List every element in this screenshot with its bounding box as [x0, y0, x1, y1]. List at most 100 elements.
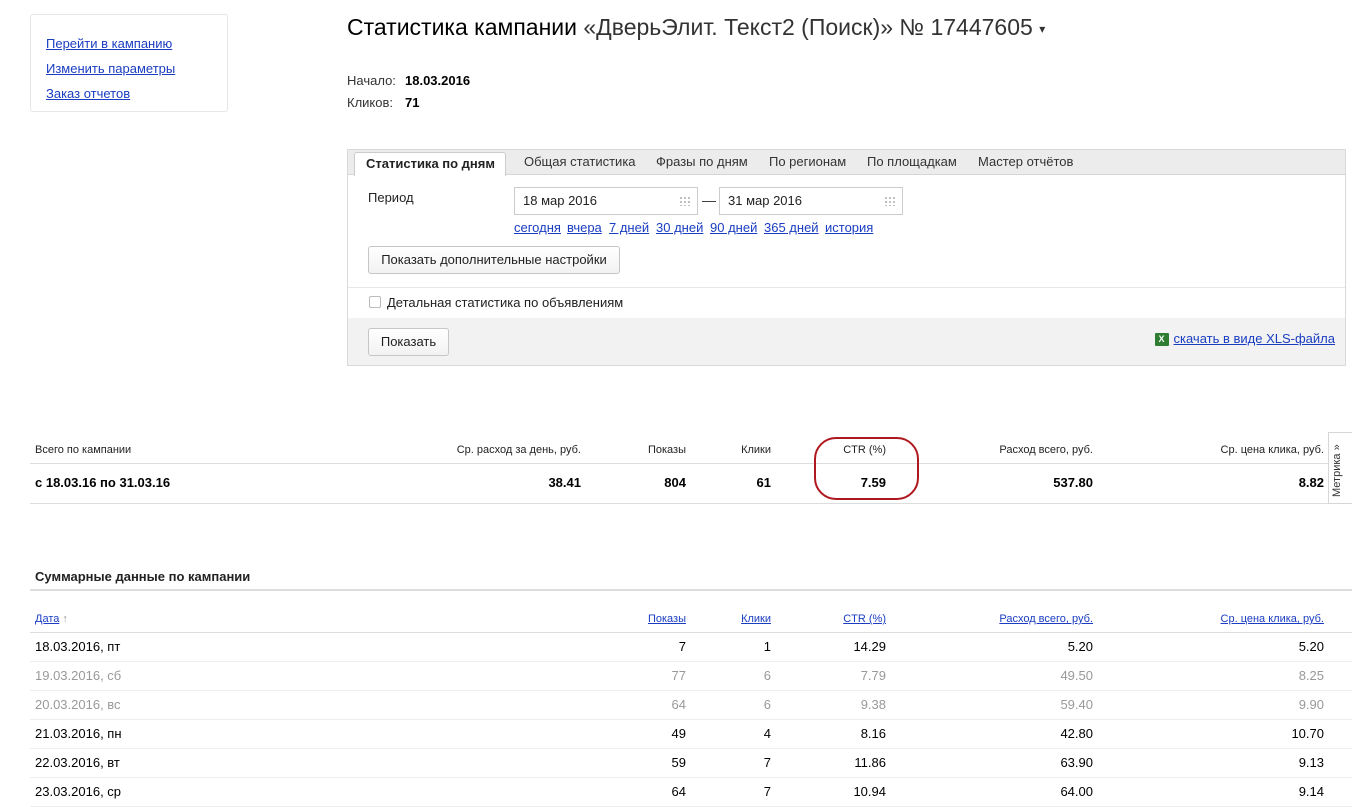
row-date: 23.03.2016, ср — [35, 784, 122, 799]
detail-stats-label[interactable]: Детальная статистика по объявлениям — [387, 295, 623, 310]
row-ctr: 7.79 — [860, 668, 886, 683]
tab-stats-by-day[interactable]: Статистика по дням — [354, 152, 506, 176]
row-spend: 64.00 — [1060, 784, 1093, 799]
clicks-info: Кликов: 71 — [347, 95, 419, 110]
row-avg-cpc: 9.90 — [1298, 697, 1324, 712]
clicks-value: 71 — [405, 95, 420, 110]
row-avg-cpc: 9.14 — [1298, 784, 1324, 799]
totals-spend: 537.80 — [1053, 475, 1093, 490]
tab-phrases-by-day[interactable]: Фразы по дням — [656, 154, 748, 169]
row-ctr: 11.86 — [854, 755, 886, 770]
summary-title-divider — [30, 589, 1352, 591]
row-spend: 42.80 — [1060, 726, 1093, 741]
row-ctr: 8.16 — [860, 726, 886, 741]
calendar-icon[interactable] — [679, 196, 691, 206]
start-value: 18.03.2016 — [405, 73, 471, 88]
row-spend: 49.50 — [1060, 668, 1093, 683]
campaign-name[interactable]: «ДверьЭлит. Текст2 (Поиск)» № 17447605 — [583, 14, 1032, 40]
totals-clicks: 61 — [756, 475, 771, 490]
report-tabs: Статистика по дням Общая статистика Фраз… — [348, 150, 1345, 176]
excel-icon: X — [1154, 333, 1169, 347]
ctr-highlight-circle — [814, 437, 919, 500]
row-divider — [30, 690, 1352, 691]
link-go-to-campaign[interactable]: Перейти в кампанию — [46, 31, 227, 56]
row-date: 21.03.2016, пн — [35, 726, 122, 741]
start-date-info: Начало: 18.03.2016 — [347, 73, 470, 88]
sort-arrow-icon: ↑ — [62, 613, 68, 625]
page-title: Статистика кампании «ДверьЭлит. Текст2 (… — [347, 14, 1045, 41]
date-from-input[interactable]: 18 мар 2016 — [514, 187, 698, 215]
campaign-dropdown-icon[interactable]: ▾ — [1039, 22, 1045, 36]
totals-avg-cpc: 8.82 — [1298, 475, 1324, 490]
summary-header-avg-cpc[interactable]: Ср. цена клика, руб. — [1124, 613, 1324, 625]
summary-header-spend[interactable]: Расход всего, руб. — [893, 613, 1093, 625]
totals-header-spend: Расход всего, руб. — [999, 444, 1093, 456]
row-ctr: 14.29 — [853, 639, 886, 654]
link-order-reports[interactable]: Заказ отчетов — [46, 81, 227, 106]
row-avg-cpc: 10.70 — [1291, 726, 1324, 741]
row-ctr: 9.38 — [860, 697, 886, 712]
summary-header-date[interactable]: Дата ↑ — [35, 613, 68, 625]
totals-period: с 18.03.16 по 31.03.16 — [35, 475, 171, 490]
more-settings-button[interactable]: Показать дополнительные настройки — [368, 246, 620, 274]
period-label: Период — [368, 190, 414, 205]
quick-period-yesterday[interactable]: вчера — [567, 220, 602, 235]
row-clicks: 1 — [763, 639, 771, 654]
row-clicks: 6 — [763, 697, 771, 712]
totals-avg-daily: 38.41 — [548, 475, 581, 490]
tab-by-sites[interactable]: По площадкам — [867, 154, 957, 169]
row-ctr: 10.94 — [853, 784, 886, 799]
row-date: 19.03.2016, сб — [35, 668, 122, 683]
totals-header-campaign: Всего по кампании — [35, 444, 132, 456]
panel-divider — [348, 287, 1345, 288]
start-label: Начало: — [347, 73, 396, 88]
panel-action-bar: Показать Xскачать в виде XLS-файла — [348, 318, 1345, 365]
date-to-value: 31 мар 2016 — [728, 193, 803, 208]
row-clicks: 7 — [763, 755, 771, 770]
row-spend: 59.40 — [1060, 697, 1093, 712]
quick-period-history[interactable]: история — [825, 220, 873, 235]
xls-download-link[interactable]: скачать в виде XLS-файла — [1174, 331, 1336, 346]
row-clicks: 7 — [763, 784, 771, 799]
quick-period-30-days[interactable]: 30 дней — [656, 220, 703, 235]
totals-header-avg-daily: Ср. расход за день, руб. — [456, 444, 581, 456]
summary-title: Суммарные данные по кампании — [35, 569, 251, 584]
quick-period-90-days[interactable]: 90 дней — [710, 220, 757, 235]
summary-header-date-label: Дата — [35, 613, 60, 625]
quick-period-365-days[interactable]: 365 дней — [764, 220, 819, 235]
row-spend: 5.20 — [1067, 639, 1093, 654]
row-spend: 63.90 — [1060, 755, 1093, 770]
tab-by-regions[interactable]: По регионам — [769, 154, 846, 169]
page-title-prefix: Статистика кампании — [347, 14, 577, 40]
sidebar-links-box: Перейти в кампанию Изменить параметры За… — [30, 14, 228, 112]
totals-divider — [30, 463, 1352, 464]
row-avg-cpc: 9.13 — [1298, 755, 1324, 770]
row-divider — [30, 719, 1352, 720]
summary-header-divider — [30, 632, 1352, 633]
calendar-icon[interactable] — [884, 196, 896, 206]
date-range-dash: — — [702, 192, 716, 208]
tab-report-wizard[interactable]: Мастер отчётов — [978, 154, 1073, 169]
detail-stats-checkbox[interactable] — [369, 296, 381, 308]
show-button[interactable]: Показать — [368, 328, 449, 356]
date-from-value: 18 мар 2016 — [523, 193, 598, 208]
row-date: 20.03.2016, вс — [35, 697, 121, 712]
row-divider — [30, 777, 1352, 778]
summary-header-ctr[interactable]: CTR (%) — [786, 613, 886, 625]
row-divider — [30, 748, 1352, 749]
link-edit-params[interactable]: Изменить параметры — [46, 56, 227, 81]
row-date: 18.03.2016, пт — [35, 639, 121, 654]
row-clicks: 6 — [763, 668, 771, 683]
row-divider — [30, 661, 1352, 662]
xls-download: Xскачать в виде XLS-файла — [1154, 331, 1336, 347]
metrika-side-tab[interactable]: Метрика » — [1328, 432, 1352, 504]
tab-general-stats[interactable]: Общая статистика — [524, 154, 636, 169]
summary-header-clicks[interactable]: Клики — [671, 613, 771, 625]
date-to-input[interactable]: 31 мар 2016 — [719, 187, 903, 215]
quick-period-7-days[interactable]: 7 дней — [609, 220, 649, 235]
quick-period-today[interactable]: сегодня — [514, 220, 561, 235]
row-clicks: 4 — [763, 726, 771, 741]
row-date: 22.03.2016, вт — [35, 755, 120, 770]
row-avg-cpc: 5.20 — [1298, 639, 1324, 654]
metrika-label: Метрика » — [1331, 444, 1343, 497]
